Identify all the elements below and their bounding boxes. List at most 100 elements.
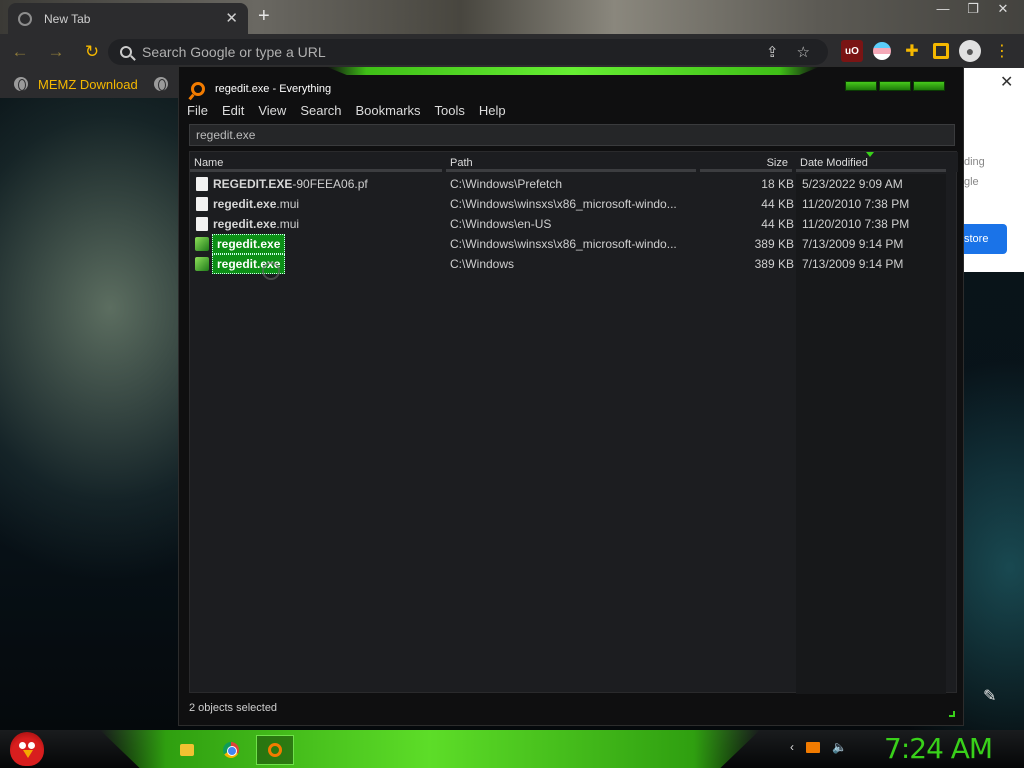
close-icon[interactable]: ✕ (1000, 72, 1013, 92)
file-path: C:\Windows\en-US (450, 217, 552, 231)
chrome-icon (223, 742, 239, 758)
taskbar-file-explorer[interactable] (168, 735, 206, 765)
side-panel-text-2: gle (964, 176, 979, 188)
list-item-selected[interactable]: regedit.exe C:\Windows\winsxs\x86_micros… (190, 234, 958, 254)
volume-icon[interactable]: 🔈 (832, 740, 847, 754)
list-item[interactable]: REGEDIT.EXE -90FEEA06.pf C:\Windows\Prefe… (190, 174, 958, 194)
browser-tab-strip: New Tab ✕ + — ❐ ✕ (0, 0, 1024, 34)
list-item-selected[interactable]: regedit.exe C:\Windows 389 KB 7/13/2009 … (190, 254, 958, 274)
everything-window-controls (843, 81, 945, 91)
everything-title-bar: regedit.exe - Everything (191, 81, 331, 97)
chrome-menu-icon[interactable]: ⋮ (991, 40, 1013, 62)
chrome-tab-favicon-icon (18, 11, 32, 26)
file-name: regedit.exe .mui (192, 194, 440, 214)
ev-close-button[interactable] (913, 81, 945, 91)
close-window-button[interactable]: ✕ (988, 0, 1018, 18)
customize-pencil-icon[interactable]: ✎ (983, 686, 996, 706)
side-panel-text-1: ding (964, 156, 985, 168)
extensions-puzzle-icon[interactable]: ✚ (901, 40, 923, 62)
bookmark-star-icon[interactable]: ☆ (797, 43, 810, 61)
file-date: 7/13/2009 9:14 PM (802, 257, 904, 271)
file-name: REGEDIT.EXE -90FEEA06.pf (192, 174, 440, 194)
menu-bookmarks[interactable]: Bookmarks (356, 103, 421, 118)
search-icon (120, 46, 132, 58)
everything-logo-icon (191, 82, 205, 96)
results-list[interactable]: Name Path Size Date Modified REGEDIT.EXE… (189, 151, 958, 694)
ev-minimize-button[interactable] (845, 81, 877, 91)
menu-bar: File Edit View Search Bookmarks Tools He… (187, 103, 520, 118)
reload-icon[interactable]: ↻ (76, 42, 108, 62)
taskbar-chrome[interactable] (212, 735, 250, 765)
side-panel-icon[interactable] (933, 43, 949, 59)
menu-edit[interactable]: Edit (222, 103, 244, 118)
file-path: C:\Windows\Prefetch (450, 177, 563, 191)
ev-maximize-button[interactable] (879, 81, 911, 91)
share-icon[interactable]: ⇪ (766, 43, 779, 61)
browser-toolbar: ← → ↻ Search Google or type a URL ⇪ ☆ uO… (0, 34, 1024, 70)
tab-close-icon[interactable]: ✕ (225, 11, 238, 26)
bookmark-label: MEMZ Download (38, 76, 138, 92)
file-size: 389 KB (754, 237, 794, 251)
pride-flag-extension-icon[interactable] (873, 42, 891, 60)
bookmark-memz-download[interactable]: MEMZ Download (14, 77, 138, 92)
list-item[interactable]: regedit.exe .mui C:\Windows\winsxs\x86_mi… (190, 194, 958, 214)
file-name: regedit.exe (192, 254, 440, 274)
taskbar-clock[interactable]: 7:24 AM (884, 732, 993, 765)
window-title: regedit.exe - Everything (215, 83, 332, 95)
start-button-angry-bird-icon[interactable] (10, 732, 44, 766)
address-bar-placeholder: Search Google or type a URL (142, 44, 326, 60)
globe-icon (14, 77, 28, 91)
taskbar-everything[interactable] (256, 735, 294, 765)
minimize-button[interactable]: — (928, 0, 958, 18)
globe-icon (153, 77, 168, 91)
tray-chevron-icon[interactable]: ‹ (790, 740, 794, 754)
menu-tools[interactable]: Tools (435, 103, 465, 118)
taskbar (0, 730, 1024, 768)
restore-button[interactable]: ❐ (958, 0, 988, 18)
document-icon (196, 177, 208, 191)
file-size: 44 KB (761, 217, 794, 231)
browser-window-controls: — ❐ ✕ (928, 0, 1018, 18)
everything-icon (268, 743, 282, 757)
profile-avatar-icon[interactable]: ● (959, 40, 981, 62)
column-header-date-modified[interactable]: Date Modified (796, 152, 946, 172)
document-icon (196, 197, 208, 211)
menu-help[interactable]: Help (479, 103, 506, 118)
column-header-path[interactable]: Path (446, 152, 696, 172)
menu-file[interactable]: File (187, 103, 208, 118)
status-bar: 2 objects selected (189, 702, 278, 714)
system-tray: ‹ 🔈 (790, 740, 859, 754)
forward-arrow-icon[interactable]: → (40, 42, 72, 62)
menu-view[interactable]: View (258, 103, 286, 118)
everything-window: regedit.exe - Everything File Edit View … (178, 66, 964, 726)
file-date: 11/20/2010 7:38 PM (802, 217, 910, 231)
document-icon (196, 217, 208, 231)
list-item[interactable]: regedit.exe .mui C:\Windows\en-US 44 KB 1… (190, 214, 958, 234)
file-path: C:\Windows (450, 257, 515, 271)
file-explorer-icon (180, 744, 194, 756)
search-input[interactable]: regedit.exe (189, 124, 955, 146)
extensions-area: uO ✚ ● ⋮ (836, 40, 1018, 62)
file-date: 7/13/2009 9:14 PM (802, 237, 904, 251)
regedit-icon (195, 237, 209, 251)
new-tab-button[interactable]: + (258, 5, 270, 27)
column-header-name[interactable]: Name (190, 152, 442, 172)
resize-grip-icon[interactable] (949, 711, 955, 717)
ublock-origin-icon[interactable]: uO (841, 40, 863, 62)
title-glow-decoration (327, 67, 819, 75)
tray-app-icon[interactable] (806, 741, 820, 753)
file-size: 389 KB (754, 257, 794, 271)
side-promo-panel: ✕ ding gle store (962, 68, 1024, 272)
column-header-size[interactable]: Size (700, 152, 792, 172)
address-bar[interactable]: Search Google or type a URL ⇪ ☆ (108, 39, 828, 65)
file-name: regedit.exe .mui (192, 214, 440, 234)
busy-cursor-icon (262, 262, 280, 280)
file-size: 18 KB (761, 177, 794, 191)
back-arrow-icon[interactable]: ← (4, 42, 36, 62)
column-header-row: Name Path Size Date Modified (190, 152, 958, 172)
menu-search[interactable]: Search (300, 103, 341, 118)
side-panel-store-button[interactable]: store (962, 224, 1007, 254)
file-size: 44 KB (761, 197, 794, 211)
browser-tab-new-tab[interactable]: New Tab ✕ (8, 3, 248, 34)
tab-title: New Tab (44, 11, 91, 26)
